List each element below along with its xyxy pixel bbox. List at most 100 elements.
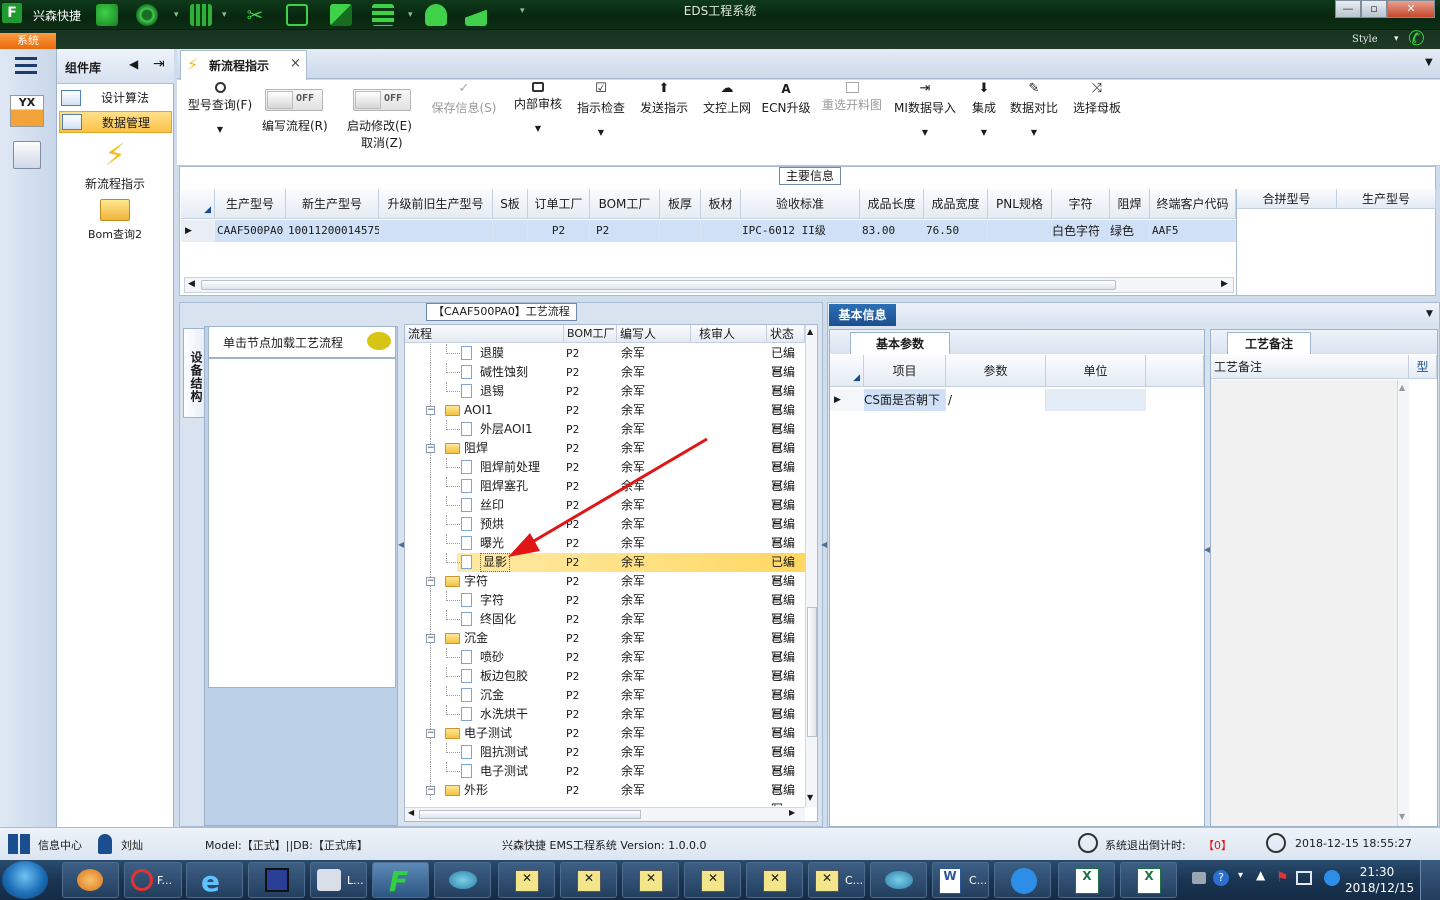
- collapse-icon[interactable]: −: [426, 406, 435, 415]
- cell[interactable]: AAF5: [1150, 220, 1236, 242]
- dropdown-arrow-icon[interactable]: ▼: [510, 124, 566, 133]
- taskbar-window-6[interactable]: ✕ C...: [808, 862, 865, 898]
- tree-row[interactable]: − 沉金 P2 余军 已编写: [405, 629, 805, 664]
- tree-row[interactable]: 终固化 P2 余军 已编写: [405, 610, 805, 645]
- taskbar-window-3[interactable]: ✕: [622, 862, 679, 898]
- col-header[interactable]: 工艺备注: [1211, 355, 1409, 379]
- bom-query-item[interactable]: Bom查询2: [57, 199, 173, 242]
- model-query-button[interactable]: 型号查询(F) ▼: [185, 82, 255, 134]
- col-header[interactable]: 生产型号: [215, 189, 286, 219]
- col-header[interactable]: 型: [1409, 355, 1437, 379]
- table-row[interactable]: ▶ CS面是否朝下 /: [830, 389, 1204, 411]
- phone-icon[interactable]: ✆: [1408, 26, 1425, 50]
- col-header[interactable]: 参数: [946, 355, 1046, 387]
- scroll-left-icon[interactable]: ◀: [408, 808, 414, 817]
- collapse-icon[interactable]: −: [426, 786, 435, 795]
- col-header[interactable]: BOM工厂: [564, 325, 617, 343]
- taskbar-clock[interactable]: 21:30 2018/12/15: [1345, 864, 1414, 896]
- col-header[interactable]: 单位: [1046, 355, 1146, 387]
- cell[interactable]: CAAF500PA0: [215, 220, 286, 242]
- taskbar-app-2[interactable]: [870, 862, 927, 898]
- tree-row[interactable]: 喷砂 P2 余军 已编写: [405, 648, 805, 683]
- taskbar-word[interactable]: W C...: [932, 862, 989, 898]
- scroll-left-icon[interactable]: ◀: [188, 279, 195, 289]
- windows-grid-icon[interactable]: [8, 834, 30, 854]
- col-header[interactable]: 验收标准: [741, 189, 860, 219]
- instruction-check-button[interactable]: ☑ 指示检查 ▼: [573, 82, 629, 138]
- cell[interactable]: 10011200014575: [286, 220, 381, 242]
- tree-row[interactable]: 退膜 P2 余军 已编写: [405, 344, 805, 379]
- remark-text-area[interactable]: [1211, 380, 1397, 826]
- start-edit-toggle[interactable]: OFF: [353, 89, 411, 111]
- col-header[interactable]: S板: [493, 189, 528, 219]
- col-header[interactable]: 订单工厂: [528, 189, 590, 219]
- taskbar-window-5[interactable]: ✕: [746, 862, 803, 898]
- tree-row[interactable]: 板边包胶 P2 余军 已编写: [405, 667, 805, 702]
- taskbar-ie[interactable]: e: [186, 862, 243, 898]
- collapse-icon[interactable]: −: [426, 634, 435, 643]
- system-tab[interactable]: 系统: [0, 33, 56, 49]
- help-icon[interactable]: ?: [1213, 870, 1229, 886]
- col-header[interactable]: 流程: [405, 325, 564, 343]
- col-header[interactable]: BOM工厂: [590, 189, 660, 219]
- process-remark-tab[interactable]: 工艺备注: [1227, 332, 1311, 354]
- col-header[interactable]: 项目: [864, 355, 946, 387]
- scroll-thumb[interactable]: [201, 280, 1116, 290]
- dropdown-arrow-icon[interactable]: ▼: [967, 128, 1001, 137]
- integrate-button[interactable]: ⬇ 集成 ▼: [967, 82, 1001, 138]
- col-header[interactable]: 字符: [1052, 189, 1110, 219]
- style-label[interactable]: Style: [1352, 34, 1378, 45]
- col-header[interactable]: 板厚: [660, 189, 701, 219]
- scroll-up-icon[interactable]: ▲: [1399, 383, 1405, 392]
- equipment-structure-tab[interactable]: 设备结构: [183, 328, 205, 418]
- tree-row[interactable]: 字符 P2 余军 已编写: [405, 591, 805, 626]
- cell[interactable]: 76.50: [924, 220, 988, 242]
- internal-review-button[interactable]: 内部审核 ▼: [510, 82, 566, 133]
- taskbar-window-1[interactable]: ✕: [498, 862, 555, 898]
- show-desktop-button[interactable]: [1420, 860, 1440, 900]
- tree-row[interactable]: − AOI1 P2 余军 已编写: [405, 401, 805, 436]
- ecn-upgrade-button[interactable]: A ECN升级: [761, 82, 811, 116]
- dropdown-arrow-icon[interactable]: ▼: [185, 125, 255, 134]
- taskbar-eds[interactable]: F: [372, 862, 429, 898]
- table-row[interactable]: ▶ CAAF500PA0 10011200014575 P2 P2 IPC-60…: [180, 220, 1236, 242]
- taskbar-app-3[interactable]: [994, 862, 1051, 898]
- dropdown-arrow-icon[interactable]: ▾: [1394, 34, 1399, 44]
- cell[interactable]: 83.00: [860, 220, 924, 242]
- vertical-scrollbar[interactable]: ▲ ▼: [1397, 380, 1409, 826]
- collapse-left-icon[interactable]: ◀: [129, 57, 138, 71]
- start-button[interactable]: [2, 861, 48, 899]
- tree-row[interactable]: − 外形 P2 余军 已编写: [405, 781, 805, 806]
- show-hidden-icon[interactable]: ▲: [1256, 868, 1265, 882]
- collapse-icon[interactable]: −: [426, 444, 435, 453]
- taskbar-window-4[interactable]: ✕: [684, 862, 741, 898]
- scroll-right-icon[interactable]: ▶: [1221, 279, 1228, 289]
- close-button[interactable]: ✕: [1387, 0, 1435, 18]
- col-header[interactable]: 核审人: [691, 325, 767, 343]
- cell[interactable]: [988, 220, 1052, 242]
- tab-new-process-instruction[interactable]: ⚡ 新流程指示 ×: [180, 50, 307, 80]
- menu-icon[interactable]: [15, 57, 37, 75]
- collapse-icon[interactable]: −: [426, 729, 435, 738]
- mi-data-import-button[interactable]: ⇥ MI数据导入 ▼: [893, 82, 957, 138]
- col-header[interactable]: 生产型号: [1337, 189, 1436, 209]
- col-header[interactable]: 成品长度: [860, 189, 924, 219]
- panel-dropdown-icon[interactable]: ▼: [1426, 309, 1433, 319]
- taskbar-app[interactable]: [434, 862, 491, 898]
- col-header[interactable]: 升级前旧生产型号: [379, 189, 493, 219]
- send-instruction-button[interactable]: ⬆ 发送指示: [636, 82, 692, 116]
- cell[interactable]: [701, 220, 741, 242]
- scroll-down-icon[interactable]: ▼: [807, 793, 813, 802]
- tree-row[interactable]: 碱性蚀刻 P2 余军 已编写: [405, 363, 805, 398]
- side-item-design-algorithm[interactable]: 设计算法: [59, 87, 172, 109]
- cell[interactable]: P2: [590, 220, 660, 242]
- col-header[interactable]: PNL规格: [988, 189, 1052, 219]
- select-motherboard-button[interactable]: ⤨ 选择母板: [1071, 82, 1123, 116]
- cell[interactable]: [1046, 389, 1146, 411]
- cell[interactable]: [660, 220, 701, 242]
- maximize-button[interactable]: ▫: [1361, 0, 1387, 18]
- save-info-button[interactable]: ✓ 保存信息(S): [429, 82, 499, 116]
- info-center-link[interactable]: 信息中心: [38, 837, 82, 853]
- tree-row[interactable]: − 字符 P2 余军 已编写: [405, 572, 805, 607]
- cell[interactable]: CS面是否朝下: [864, 389, 946, 411]
